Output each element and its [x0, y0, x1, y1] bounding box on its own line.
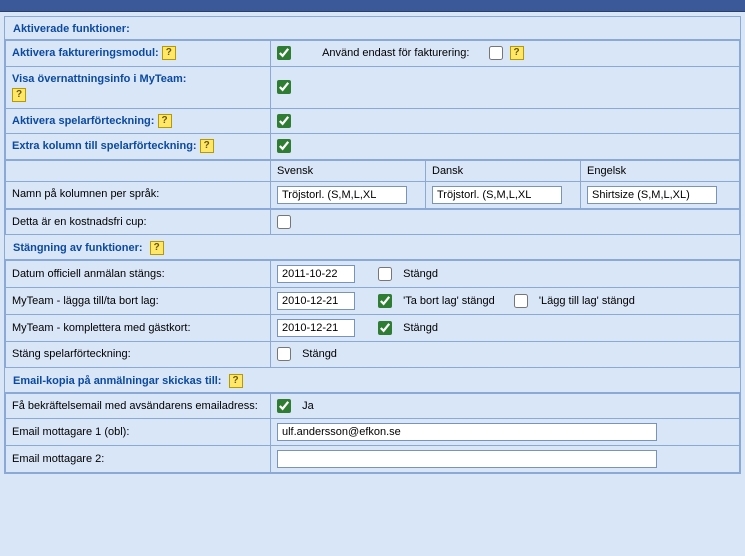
overnight-checkbox[interactable] — [277, 80, 291, 94]
official-reg-value-cell: Stängd — [271, 261, 740, 288]
extracol-checkbox[interactable] — [277, 139, 291, 153]
myteam-guest-label: MyTeam - komplettera med gästkort: — [6, 315, 271, 342]
recipient2-label: Email mottagare 2: — [6, 446, 271, 473]
help-icon[interactable]: ? — [150, 241, 164, 255]
playerlist-label-cell: Aktivera spelarförteckning: ? — [6, 108, 271, 134]
invoice-module-label: Aktivera faktureringsmodul: — [12, 47, 159, 59]
colname-en-cell — [581, 181, 740, 208]
invoice-module-label-cell: Aktivera faktureringsmodul: ? — [6, 41, 271, 67]
closing-table: Datum officiell anmälan stängs: Stängd M… — [5, 260, 740, 368]
myteam-guest-date-input[interactable] — [277, 319, 355, 337]
myteam-guest-closed-label: Stängd — [403, 322, 438, 334]
close-playerlist-value-cell: Stängd — [271, 342, 740, 368]
help-icon[interactable]: ? — [162, 46, 176, 60]
freecup-checkbox[interactable] — [277, 215, 291, 229]
colname-sv-input[interactable] — [277, 186, 407, 204]
official-reg-date-input[interactable] — [277, 265, 355, 283]
only-invoice-checkbox[interactable] — [489, 46, 503, 60]
help-icon[interactable]: ? — [158, 114, 172, 128]
section-activated-header: Aktiverade funktioner: — [5, 17, 740, 40]
myteam-add-closed-label: 'Lägg till lag' stängd — [539, 295, 635, 307]
close-playerlist-label: Stäng spelarförteckning: — [6, 342, 271, 368]
help-icon[interactable]: ? — [229, 374, 243, 388]
only-invoice-label: Använd endast för fakturering: — [322, 47, 469, 59]
lang-empty-label — [6, 160, 271, 181]
colname-da-input[interactable] — [432, 186, 562, 204]
myteam-addremove-value-cell: 'Ta bort lag' stängd 'Lägg till lag' stä… — [271, 288, 740, 315]
recipient1-value-cell — [271, 419, 740, 446]
invoice-module-value-cell: Använd endast för fakturering: ? — [271, 41, 740, 67]
activated-table: Aktivera faktureringsmodul: ? Använd end… — [5, 40, 740, 160]
extracol-label-cell: Extra kolumn till spelarförteckning: ? — [6, 134, 271, 160]
myteam-guest-closed-checkbox[interactable] — [378, 321, 392, 335]
colname-sv-cell — [271, 181, 426, 208]
colname-da-cell — [426, 181, 581, 208]
overnight-label: Visa övernattningsinfo i MyTeam: — [12, 73, 186, 85]
section-emailcopy-title: Email-kopia på anmälningar skickas till: — [13, 374, 221, 386]
section-emailcopy-header: Email-kopia på anmälningar skickas till:… — [5, 368, 740, 393]
help-icon[interactable]: ? — [12, 88, 26, 102]
myteam-remove-closed-label: 'Ta bort lag' stängd — [403, 295, 495, 307]
freecup-table: Detta är en kostnadsfri cup: — [5, 209, 740, 236]
lang-sv-header: Svensk — [271, 160, 426, 181]
close-playerlist-closed-label: Stängd — [302, 348, 337, 360]
confirm-sender-label: Få bekräftelsemail med avsändarens email… — [6, 393, 271, 419]
emailcopy-table: Få bekräftelsemail med avsändarens email… — [5, 393, 740, 474]
myteam-addremove-label: MyTeam - lägga till/ta bort lag: — [6, 288, 271, 315]
section-closing-header: Stängning av funktioner: ? — [5, 235, 740, 260]
playerlist-value-cell — [271, 108, 740, 134]
extracol-value-cell — [271, 134, 740, 160]
myteam-guest-value-cell: Stängd — [271, 315, 740, 342]
playerlist-label: Aktivera spelarförteckning: — [12, 115, 154, 127]
myteam-addremove-date-input[interactable] — [277, 292, 355, 310]
overnight-value-cell — [271, 66, 740, 108]
playerlist-checkbox[interactable] — [277, 114, 291, 128]
lang-header-table: Svensk Dansk Engelsk Namn på kolumnen pe… — [5, 160, 740, 209]
official-reg-label: Datum officiell anmälan stängs: — [6, 261, 271, 288]
recipient2-value-cell — [271, 446, 740, 473]
freecup-label: Detta är en kostnadsfri cup: — [6, 209, 271, 235]
extracol-label: Extra kolumn till spelarförteckning: — [12, 140, 197, 152]
myteam-remove-closed-checkbox[interactable] — [378, 294, 392, 308]
settings-panel: Aktiverade funktioner: Aktivera fakturer… — [4, 16, 741, 474]
recipient1-label: Email mottagare 1 (obl): — [6, 419, 271, 446]
confirm-sender-checkbox[interactable] — [277, 399, 291, 413]
top-bar — [0, 0, 745, 12]
colname-label: Namn på kolumnen per språk: — [6, 181, 271, 208]
lang-da-header: Dansk — [426, 160, 581, 181]
myteam-add-closed-checkbox[interactable] — [514, 294, 528, 308]
close-playerlist-checkbox[interactable] — [277, 347, 291, 361]
official-reg-closed-checkbox[interactable] — [378, 267, 392, 281]
help-icon[interactable]: ? — [510, 46, 524, 60]
confirm-sender-yes-label: Ja — [302, 400, 314, 412]
invoice-module-checkbox[interactable] — [277, 46, 291, 60]
recipient2-input[interactable] — [277, 450, 657, 468]
colname-en-input[interactable] — [587, 186, 717, 204]
section-activated-title: Aktiverade funktioner: — [13, 23, 130, 35]
recipient1-input[interactable] — [277, 423, 657, 441]
confirm-sender-value-cell: Ja — [271, 393, 740, 419]
overnight-label-cell: Visa övernattningsinfo i MyTeam: ? — [6, 66, 271, 108]
help-icon[interactable]: ? — [200, 139, 214, 153]
official-reg-closed-label: Stängd — [403, 268, 438, 280]
section-closing-title: Stängning av funktioner: — [13, 242, 143, 254]
freecup-value-cell — [271, 209, 740, 235]
lang-en-header: Engelsk — [581, 160, 740, 181]
